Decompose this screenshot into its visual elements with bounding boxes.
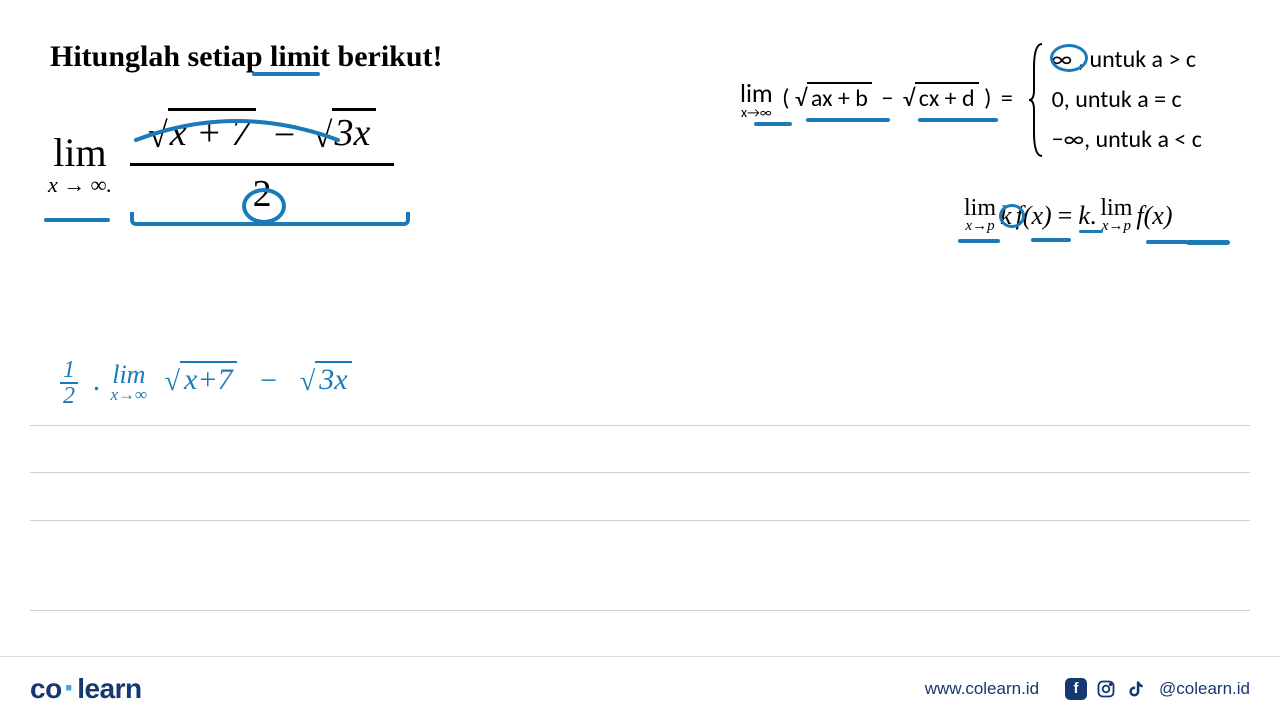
lim-word: lim: [1100, 198, 1132, 220]
minus-sign: −: [266, 114, 303, 156]
annotation-underline: [1031, 238, 1071, 242]
footer: co·learn www.colearn.id f @colearn.id: [0, 656, 1280, 720]
brace-icon: [1028, 40, 1044, 160]
instagram-icon: [1095, 678, 1117, 700]
lim-word: lim: [740, 80, 773, 106]
lim-subscript: x→p: [1100, 220, 1132, 234]
case-condition: untuk a > c: [1090, 45, 1196, 74]
sqrt-arg: cx + d: [915, 82, 979, 113]
ruled-line: [30, 610, 1250, 611]
ruled-line: [30, 472, 1250, 473]
function-fx: f(x): [1136, 201, 1172, 231]
annotation-underline: [1186, 240, 1230, 245]
page-title: Hitunglah setiap limit berikut!: [50, 40, 443, 74]
lim-subscript: x→∞: [111, 387, 148, 403]
sqrt-arg-1: x + 7: [168, 108, 257, 155]
scalar-multiple-rule: lim x→p k f(x) = k . lim x→p f(x): [960, 198, 1172, 233]
ruled-line: [30, 425, 1250, 426]
annotation-underline: [44, 218, 110, 222]
equals: =: [1052, 201, 1079, 231]
lim-subscript: x→p: [964, 220, 996, 234]
ruled-line: [30, 520, 1250, 521]
annotation-underline: [1079, 230, 1103, 233]
lim-word: lim: [964, 198, 996, 220]
lim-subscript: x → ∞.: [48, 172, 112, 198]
denominator: 2: [60, 384, 78, 408]
annotation-underline: [918, 118, 998, 122]
sqrt-arg: 3x: [315, 361, 351, 397]
case-condition: untuk a = c: [1075, 85, 1181, 114]
handwritten-step: 1 2 . lim x→∞ √x+7 − √3x: [60, 358, 352, 408]
logo-co: co: [30, 673, 62, 704]
annotation-underline: [806, 118, 890, 122]
website-url: www.colearn.id: [925, 679, 1039, 699]
lim-subscript: x→∞: [740, 106, 773, 120]
annotation-underline: [252, 72, 320, 76]
case-value: 0,: [1052, 85, 1070, 114]
annotation-underline: [1146, 240, 1188, 244]
annotation-circle: [999, 204, 1025, 228]
annotation-underline: [754, 122, 792, 126]
annotation-bracket: [130, 212, 410, 226]
social-links: f @colearn.id: [1065, 678, 1250, 700]
limit-rule-formula: lim x→∞ ( √ax + b − √cx + d ) = ∞, untuk…: [740, 40, 1202, 160]
lim-word: lim: [111, 363, 148, 388]
logo-learn: learn: [77, 673, 141, 704]
facebook-icon: f: [1065, 678, 1087, 700]
constant-k: k: [1078, 201, 1090, 231]
social-handle: @colearn.id: [1159, 679, 1250, 699]
sqrt-arg-2: 3x: [332, 108, 376, 155]
main-limit-expression: lim x → ∞. √x + 7 − √3x 2: [48, 110, 394, 216]
lim-word: lim: [48, 129, 112, 176]
annotation-underline: [958, 239, 1000, 243]
brand-logo: co·learn: [30, 673, 142, 705]
tiktok-icon: [1125, 678, 1147, 700]
minus-sign: −: [244, 364, 292, 397]
equals: =: [997, 84, 1017, 113]
sqrt-arg: x+7: [180, 361, 237, 397]
dot-operator: .: [1090, 201, 1097, 231]
sqrt-arg: ax + b: [807, 82, 872, 113]
case-value: −∞,: [1052, 125, 1090, 154]
case-condition: untuk a < c: [1096, 125, 1202, 154]
dot-operator: .: [94, 364, 102, 397]
numerator: 1: [60, 358, 78, 384]
annotation-circle: [1050, 44, 1088, 72]
